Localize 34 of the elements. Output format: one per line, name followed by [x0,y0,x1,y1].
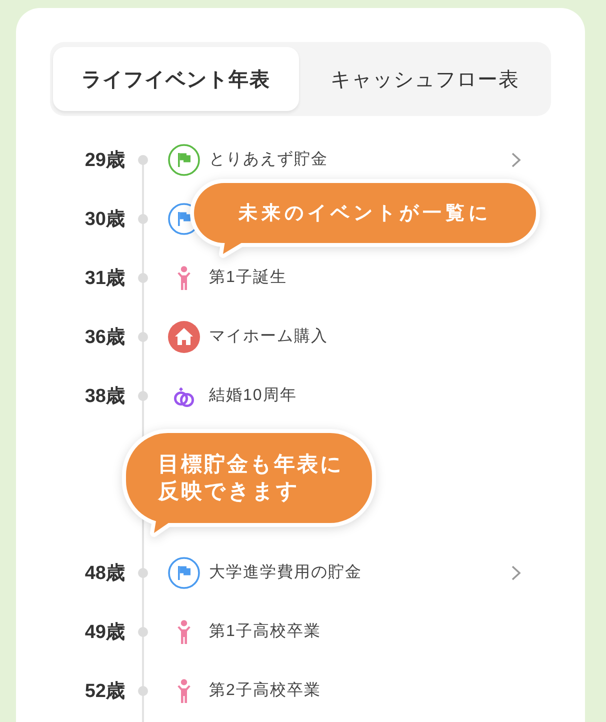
chevron-icon[interactable] [511,152,521,168]
chevron-icon[interactable] [511,564,521,580]
callout-text: 目標貯金も年表に反映できます [158,452,345,505]
timeline-dot [138,332,148,342]
event-title: 第1子誕生 [208,268,288,288]
rings-icon [173,384,195,406]
event-title: とりあえず貯金 [208,150,329,170]
age-label: 29歳 [84,148,125,172]
event-title: マイホーム購入 [208,326,329,347]
age-label: 38歳 [84,384,125,408]
age-label: 48歳 [84,562,125,586]
timeline-dot [138,154,148,164]
age-label: 49歳 [84,620,125,644]
timeline-dot [138,686,148,696]
age-label: 52歳 [84,680,125,704]
timeline-dot [138,214,148,224]
timeline-dot [138,272,148,282]
tab[interactable]: キャッシュフロー表 [302,47,548,111]
tab[interactable]: ライフイベント年表 [53,47,299,111]
age-label: 36歳 [84,326,125,350]
event-title: 結婚10周年 [208,386,298,406]
callout-text: 未来のイベントが一覧に [238,202,492,226]
person-icon [177,266,191,290]
person-icon [177,620,191,644]
event-title: 第2子高校卒業 [208,680,322,701]
person-icon [177,678,191,702]
timeline-dot [138,626,148,636]
event-title: 大学進学費用の貯金 [208,562,363,583]
event-title: 第1子高校卒業 [208,622,322,642]
age-label: 30歳 [84,208,125,232]
timeline-dot [138,568,148,578]
age-label: 31歳 [84,266,125,290]
timeline-dot [138,390,148,400]
house-icon [168,320,200,352]
